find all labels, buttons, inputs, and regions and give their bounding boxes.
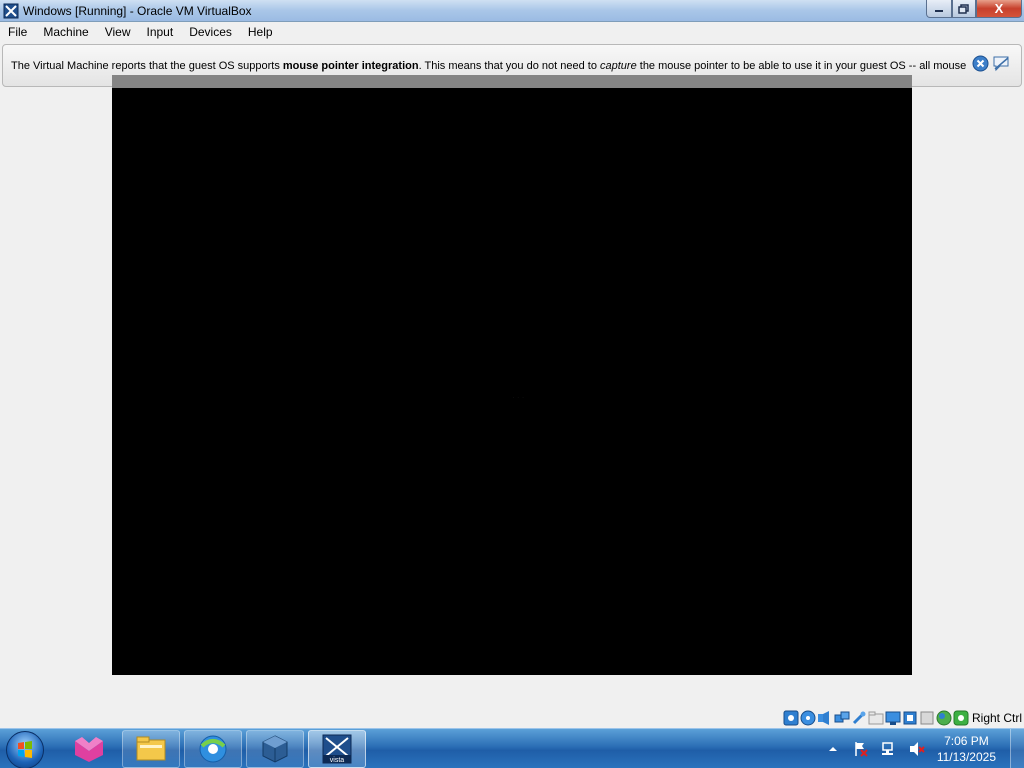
clock[interactable]: 7:06 PM 11/13/2025 bbox=[937, 733, 996, 765]
volume-muted-icon[interactable] bbox=[909, 741, 925, 757]
minimize-button[interactable] bbox=[926, 0, 952, 18]
host-key-label[interactable]: Right Ctrl bbox=[972, 711, 1022, 725]
vm-screen[interactable]: · · · bbox=[112, 88, 912, 675]
taskbar-vista-vm[interactable]: vista bbox=[308, 730, 366, 768]
taskbar: vista 7:06 PM 11/13/2025 bbox=[0, 728, 1024, 768]
maximize-button[interactable] bbox=[952, 0, 976, 18]
menu-input[interactable]: Input bbox=[139, 22, 182, 42]
taskbar-explorer[interactable] bbox=[122, 730, 180, 768]
notice-message: The Virtual Machine reports that the gue… bbox=[11, 60, 966, 72]
close-icon: X bbox=[994, 1, 1004, 16]
notice-italic: capture bbox=[600, 59, 637, 72]
vm-top-strip bbox=[112, 75, 912, 88]
vista-vm-icon: vista bbox=[322, 734, 352, 764]
menu-file[interactable]: File bbox=[0, 22, 35, 42]
clock-date: 11/13/2025 bbox=[936, 750, 996, 764]
window-title: Windows [Running] - Oracle VM VirtualBox bbox=[23, 3, 252, 18]
clock-time: 7:06 PM bbox=[944, 734, 989, 748]
show-desktop-button[interactable] bbox=[1010, 729, 1024, 768]
menu-help[interactable]: Help bbox=[240, 22, 281, 42]
display-icon[interactable] bbox=[885, 710, 901, 726]
taskbar-virtualbox[interactable] bbox=[246, 730, 304, 768]
menu-machine[interactable]: Machine bbox=[35, 22, 96, 42]
audio-icon[interactable] bbox=[817, 710, 833, 726]
close-button[interactable]: X bbox=[976, 0, 1022, 18]
pink-app-icon bbox=[75, 737, 103, 762]
notice-text-1: The Virtual Machine reports that the gue… bbox=[11, 59, 283, 72]
virtualbox-app-icon bbox=[3, 3, 19, 18]
browser-icon bbox=[199, 735, 227, 763]
network-status-icon[interactable] bbox=[881, 741, 897, 757]
menu-view[interactable]: View bbox=[97, 22, 139, 42]
cpu-icon[interactable] bbox=[919, 710, 935, 726]
vm-loading-dots: · · · bbox=[512, 393, 525, 402]
notice-text-2: . This means that you do not need to bbox=[418, 59, 600, 72]
do-not-show-again-icon[interactable] bbox=[992, 55, 1011, 72]
folder-icon bbox=[136, 736, 166, 761]
vista-label: vista bbox=[330, 757, 345, 764]
menu-devices[interactable]: Devices bbox=[181, 22, 240, 42]
show-hidden-icons-icon[interactable] bbox=[825, 741, 841, 757]
action-center-icon[interactable] bbox=[853, 741, 869, 757]
shared-folders-icon[interactable] bbox=[868, 710, 884, 726]
virtualization-icon[interactable] bbox=[936, 710, 952, 726]
network-icon[interactable] bbox=[834, 710, 850, 726]
close-notice-icon[interactable] bbox=[972, 55, 989, 72]
taskbar-app-pink[interactable] bbox=[60, 730, 118, 768]
usb-icon[interactable] bbox=[851, 710, 867, 726]
window-title-bar[interactable]: Windows [Running] - Oracle VM VirtualBox… bbox=[0, 0, 1024, 22]
menu-bar: File Machine View Input Devices Help bbox=[0, 22, 1024, 42]
windows-logo-icon bbox=[18, 741, 32, 758]
mouse-integration-icon[interactable] bbox=[953, 710, 969, 726]
minimize-icon bbox=[935, 9, 943, 12]
notice-text-3: the mouse pointer to be able to use it i… bbox=[636, 59, 967, 72]
taskbar-browser[interactable] bbox=[184, 730, 242, 768]
vm-status-bar: Right Ctrl bbox=[0, 708, 1024, 728]
virtualbox-icon bbox=[262, 735, 288, 763]
hard-disk-icon[interactable] bbox=[783, 710, 799, 726]
notice-bold: mouse pointer integration bbox=[282, 59, 419, 72]
system-tray: 7:06 PM 11/13/2025 bbox=[819, 729, 1024, 768]
video-capture-icon[interactable] bbox=[902, 710, 918, 726]
optical-drive-icon[interactable] bbox=[800, 710, 816, 726]
start-button[interactable] bbox=[6, 731, 44, 768]
restore-icon bbox=[958, 3, 969, 14]
